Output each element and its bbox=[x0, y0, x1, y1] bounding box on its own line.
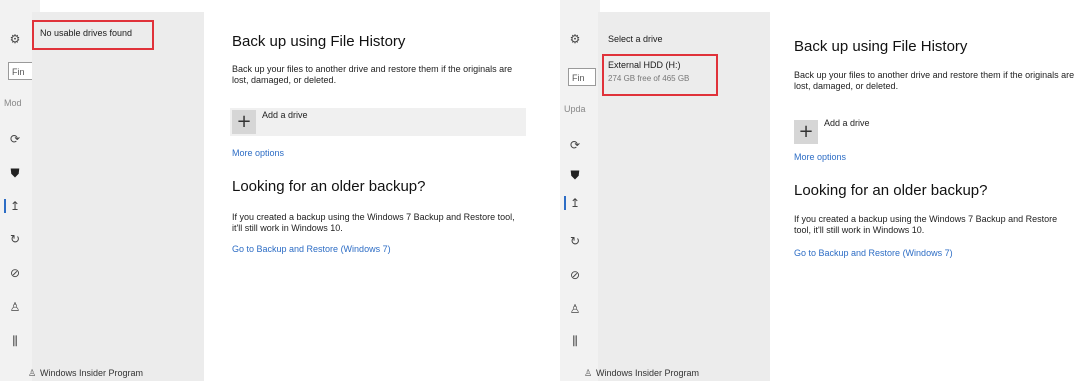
sync-icon[interactable]: ⟳ bbox=[8, 132, 22, 146]
sidebar-section-fragment: Mod bbox=[4, 98, 22, 108]
sidebar-item-windows-insider[interactable]: ♙ Windows Insider Program bbox=[584, 368, 699, 379]
insider-bars-icon[interactable]: ⫼ bbox=[8, 334, 22, 348]
older-backup-heading: Looking for an older backup? bbox=[794, 182, 988, 199]
person-icon[interactable]: ♙ bbox=[568, 302, 582, 316]
sidebar-section-fragment: Upda bbox=[564, 104, 586, 114]
history-icon[interactable]: ↻ bbox=[8, 232, 22, 246]
backup-description: Back up your files to another drive and … bbox=[232, 64, 513, 85]
more-options-link[interactable]: More options bbox=[794, 152, 846, 162]
drive-option[interactable]: External HDD (H:) 274 GB free of 465 GB bbox=[608, 58, 712, 90]
history-icon[interactable]: ↻ bbox=[568, 234, 582, 248]
older-backup-heading: Looking for an older backup? bbox=[232, 178, 426, 195]
check-icon[interactable]: ⊘ bbox=[568, 268, 582, 282]
insider-bars-icon[interactable]: ⫼ bbox=[568, 334, 582, 348]
gear-icon[interactable]: ⚙ bbox=[8, 32, 22, 46]
drive-picker-popup: No usable drives found bbox=[32, 12, 204, 381]
active-indicator bbox=[4, 199, 6, 213]
select-drive-header: Select a drive bbox=[608, 34, 663, 44]
settings-window-no-drive: ⚙ Fin Mod ⟳ ⛊ ↥ ↻ ⊘ ♙ ⫼ No usable drives… bbox=[0, 0, 540, 381]
active-indicator bbox=[564, 196, 566, 210]
no-drives-message: No usable drives found bbox=[40, 28, 133, 38]
drive-space: 274 GB free of 465 GB bbox=[608, 74, 690, 83]
person-icon[interactable]: ♙ bbox=[8, 300, 22, 314]
check-icon[interactable]: ⊘ bbox=[8, 266, 22, 280]
add-drive-button[interactable]: + Add a drive bbox=[792, 114, 1072, 144]
older-backup-description: If you created a backup using the Window… bbox=[232, 212, 515, 233]
shield-icon[interactable]: ⛊ bbox=[568, 168, 582, 182]
drive-picker-popup: Select a drive External HDD (H:) 274 GB … bbox=[598, 12, 770, 381]
backup-icon[interactable]: ↥ bbox=[8, 199, 22, 213]
add-drive-label: Add a drive bbox=[262, 110, 308, 120]
older-backup-description: If you created a backup using the Window… bbox=[794, 214, 1058, 235]
add-drive-button[interactable]: + Add a drive bbox=[230, 108, 526, 136]
shield-icon[interactable]: ⛊ bbox=[8, 166, 22, 180]
more-options-link[interactable]: More options bbox=[232, 148, 284, 158]
person-icon: ♙ bbox=[28, 369, 37, 379]
plus-icon: + bbox=[794, 120, 818, 144]
backup-restore-link[interactable]: Go to Backup and Restore (Windows 7) bbox=[794, 248, 953, 258]
gear-icon[interactable]: ⚙ bbox=[568, 32, 582, 46]
add-drive-label: Add a drive bbox=[824, 118, 870, 128]
backup-restore-link[interactable]: Go to Backup and Restore (Windows 7) bbox=[232, 244, 391, 254]
person-icon: ♙ bbox=[584, 369, 593, 379]
page-title: Back up using File History bbox=[232, 33, 406, 50]
plus-icon: + bbox=[232, 110, 256, 134]
settings-window-select-drive: ⚙ Fin Upda ⟳ ⛊ ↥ ↻ ⊘ ♙ ⫼ Select a drive … bbox=[560, 0, 1080, 381]
sync-icon[interactable]: ⟳ bbox=[568, 138, 582, 152]
settings-sidebar: ⚙ Fin Upda ⟳ ⛊ ↥ ↻ ⊘ ♙ ⫼ bbox=[560, 0, 600, 381]
backup-icon[interactable]: ↥ bbox=[568, 196, 582, 210]
sidebar-item-windows-insider[interactable]: ♙ Windows Insider Program bbox=[28, 368, 143, 379]
page-title: Back up using File History bbox=[794, 38, 968, 55]
drive-name: External HDD (H:) bbox=[608, 60, 681, 70]
backup-description: Back up your files to another drive and … bbox=[794, 70, 1075, 91]
search-input[interactable]: Fin bbox=[568, 68, 596, 86]
sidebar-item-label: Windows Insider Program bbox=[596, 368, 700, 378]
sidebar-item-label: Windows Insider Program bbox=[40, 368, 144, 378]
